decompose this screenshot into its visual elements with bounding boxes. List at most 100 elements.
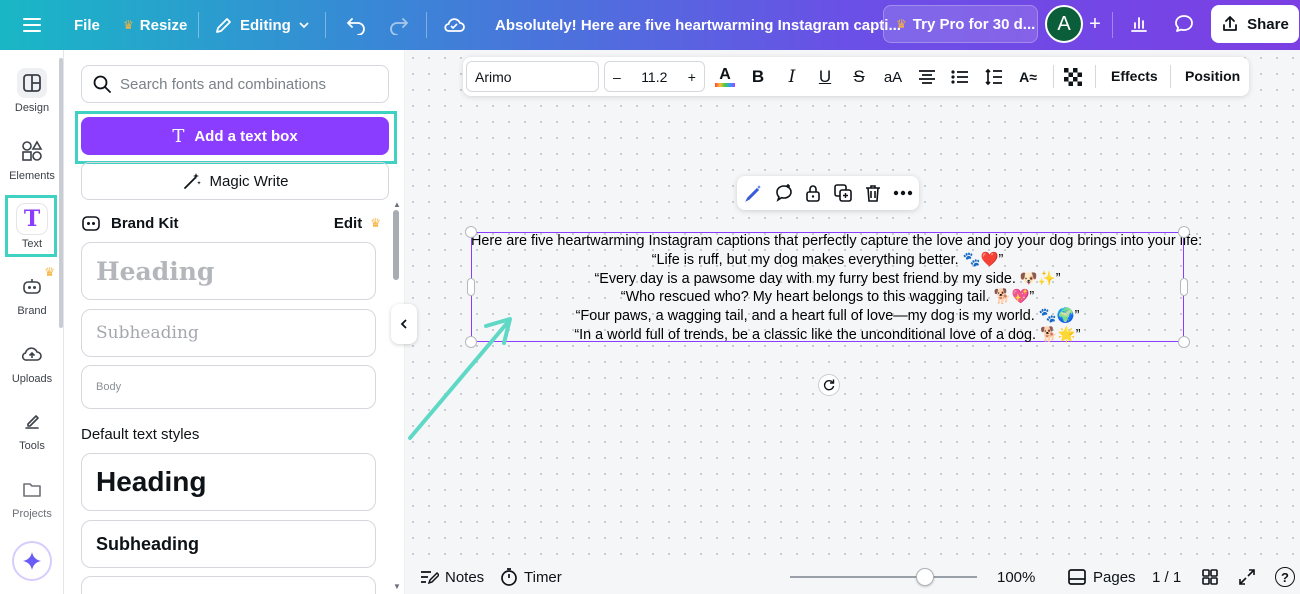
redo-icon <box>390 18 409 35</box>
divider <box>1053 65 1054 88</box>
resize-handle-top-left[interactable] <box>465 226 477 238</box>
delete-button[interactable] <box>861 181 885 205</box>
add-comment-button[interactable] <box>772 181 796 205</box>
brand-kit-edit-button[interactable]: Edit ♛ <box>334 215 381 232</box>
pages-icon <box>1068 569 1086 585</box>
help-button[interactable]: ? <box>1275 560 1295 594</box>
undo-button[interactable] <box>345 0 367 50</box>
duplicate-button[interactable] <box>831 181 855 205</box>
try-pro-button[interactable]: ♛ Try Pro for 30 d... <box>883 5 1038 43</box>
font-size-stepper[interactable]: – 11.2 + <box>604 61 705 92</box>
comment-icon <box>1175 15 1193 32</box>
rail-item-uploads[interactable]: Uploads <box>0 339 64 385</box>
text-t-icon: T <box>172 125 185 147</box>
avatar[interactable]: A <box>1045 5 1083 43</box>
magic-edit-button[interactable] <box>742 181 766 205</box>
rail-item-elements[interactable]: Elements <box>0 136 64 182</box>
scroll-up-arrow-icon[interactable]: ▲ <box>393 200 401 209</box>
size-increase-button[interactable]: + <box>688 69 696 85</box>
uploads-icon <box>17 339 47 369</box>
bottom-bar: Notes Timer 100% Pages 1 / 1 ? <box>405 560 1300 594</box>
more-icon <box>893 190 913 196</box>
add-text-box-button[interactable]: T Add a text box <box>81 117 389 155</box>
strikethrough-button[interactable]: S <box>847 65 871 89</box>
cloud-save-status[interactable] <box>442 0 466 50</box>
rotate-handle[interactable] <box>818 374 840 396</box>
rail-item-text[interactable]: T Text <box>0 204 64 250</box>
hamburger-icon <box>23 18 41 32</box>
lock-button[interactable] <box>801 181 825 205</box>
share-button[interactable]: Share <box>1211 5 1299 43</box>
resize-handle-right[interactable] <box>1180 278 1188 296</box>
rail-item-tools[interactable]: Tools <box>0 406 64 452</box>
lock-icon <box>806 185 820 202</box>
resize-handle-top-right[interactable] <box>1178 226 1190 238</box>
underline-icon: U <box>818 67 832 86</box>
list-button[interactable] <box>948 65 972 89</box>
alignment-button[interactable] <box>915 65 939 89</box>
underline-button[interactable]: U <box>813 65 837 89</box>
brand-subheading-style[interactable]: Subheading <box>81 309 376 357</box>
grid-view-button[interactable] <box>1201 560 1219 594</box>
panel-scrollbar[interactable] <box>393 210 399 280</box>
resize-handle-left[interactable] <box>467 278 475 296</box>
letter-case-button[interactable]: aA <box>881 65 905 89</box>
default-text-styles-title: Default text styles <box>81 426 200 443</box>
default-heading-style[interactable]: Heading <box>81 453 376 511</box>
rail-item-brand[interactable]: ♛ Brand <box>0 265 64 317</box>
redo-button[interactable] <box>388 0 410 50</box>
rail-scrollbar[interactable] <box>59 58 63 328</box>
comments-button[interactable] <box>1165 5 1203 43</box>
add-collaborator-button[interactable]: + <box>1083 12 1107 36</box>
rail-item-design[interactable]: Design <box>0 68 64 114</box>
default-body-style[interactable] <box>81 576 376 594</box>
menu-button[interactable] <box>22 0 42 50</box>
notes-button[interactable]: Notes <box>419 560 484 594</box>
insights-button[interactable] <box>1120 5 1158 43</box>
rail-item-projects[interactable]: Projects <box>0 474 64 520</box>
spacing-button[interactable] <box>982 65 1006 89</box>
comment-plus-icon <box>776 184 792 202</box>
zoom-slider-track[interactable] <box>790 576 977 578</box>
transparency-button[interactable] <box>1061 65 1085 89</box>
document-title[interactable]: Absolutely! Here are five heartwarming I… <box>495 0 901 50</box>
magic-assistant-button[interactable] <box>12 541 52 581</box>
fullscreen-button[interactable] <box>1238 560 1256 594</box>
magic-write-button[interactable]: Magic Write <box>81 162 389 200</box>
grid-icon <box>1202 569 1218 585</box>
file-menu[interactable]: File <box>74 0 100 50</box>
text-color-button[interactable]: A <box>713 65 737 89</box>
more-options-button[interactable] <box>891 181 915 205</box>
search-input[interactable] <box>120 75 380 93</box>
text-box-content[interactable]: Here are five heartwarming Instagram cap… <box>471 232 1202 345</box>
text-style-icon: A≈ <box>1019 69 1037 85</box>
font-family-dropdown[interactable]: Arimo <box>466 61 599 92</box>
font-size-value[interactable]: 11.2 <box>641 69 667 85</box>
pages-button[interactable]: Pages <box>1067 560 1136 594</box>
text-effects-style-button[interactable]: A≈ <box>1016 65 1040 89</box>
transparency-icon <box>1064 68 1082 86</box>
magic-wand-icon <box>183 173 201 189</box>
resize-button[interactable]: ♛ Resize <box>123 0 187 50</box>
search-box[interactable] <box>81 65 389 103</box>
text-line: “Every day is a pawsome day with my furr… <box>594 270 1061 287</box>
zoom-level[interactable]: 100% <box>997 560 1035 594</box>
crown-icon: ♛ <box>123 18 134 32</box>
resize-handle-bottom-right[interactable] <box>1178 336 1190 348</box>
top-bar: File ♛ Resize Editing Absolutely! Here a… <box>0 0 1300 50</box>
position-button[interactable]: Position <box>1185 68 1240 84</box>
timer-button[interactable]: Timer <box>500 560 562 594</box>
effects-button[interactable]: Effects <box>1111 68 1158 84</box>
zoom-slider-handle[interactable] <box>915 568 934 586</box>
divider <box>325 12 326 38</box>
editing-mode-dropdown[interactable]: Editing <box>214 0 311 50</box>
design-icon <box>17 68 47 98</box>
size-decrease-button[interactable]: – <box>613 69 621 85</box>
align-center-icon <box>919 70 935 84</box>
italic-button[interactable]: I <box>780 65 804 89</box>
brand-heading-style[interactable]: Heading <box>81 242 376 300</box>
default-subheading-style[interactable]: Subheading <box>81 520 376 568</box>
scroll-down-arrow-icon[interactable]: ▼ <box>393 582 401 591</box>
bold-button[interactable]: B <box>746 65 770 89</box>
brand-body-style[interactable]: Body <box>81 365 376 409</box>
